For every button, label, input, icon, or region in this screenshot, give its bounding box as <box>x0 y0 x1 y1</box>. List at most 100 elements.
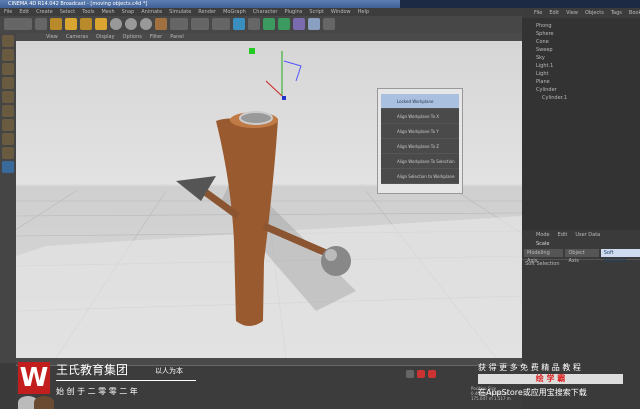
deformer-icon[interactable] <box>293 18 305 30</box>
menu-mograph[interactable]: MoGraph <box>223 8 246 16</box>
object-row[interactable]: Light <box>522 70 640 78</box>
menu-create[interactable]: Create <box>36 8 53 16</box>
menu-script[interactable]: Script <box>309 8 324 16</box>
object-row[interactable]: Phong <box>522 22 640 30</box>
record-icon[interactable] <box>406 370 414 378</box>
polygons-mode-icon[interactable] <box>2 119 14 131</box>
autokey-icon[interactable] <box>417 370 425 378</box>
texture-mode-icon[interactable] <box>2 63 14 75</box>
light-icon[interactable] <box>323 18 335 30</box>
render-view-icon[interactable] <box>170 18 188 30</box>
om-view[interactable]: View <box>566 8 578 18</box>
object-row[interactable]: Sweep <box>522 46 640 54</box>
am-user-data[interactable]: User Data <box>575 230 600 240</box>
window-title: CINEMA 4D R14.042 Broadcast - [moving ob… <box>0 0 400 8</box>
viewport-menu: View Cameras Display Options Filter Panel <box>16 33 522 41</box>
menu-item-align-z[interactable]: Align Workplane To Z <box>381 139 459 154</box>
om-edit[interactable]: Edit <box>549 8 559 18</box>
viewport-menu-display[interactable]: Display <box>96 33 114 41</box>
object-list: Phong Sphere Cone Sweep Sky Light.1 Ligh… <box>522 22 640 102</box>
menu-item-align-y[interactable]: Align Workplane To Y <box>381 124 459 139</box>
title-bar <box>400 0 640 8</box>
menu-render[interactable]: Render <box>198 8 216 16</box>
spline-icon[interactable] <box>248 18 260 30</box>
object-row[interactable]: Cylinder <box>522 86 640 94</box>
am-object-title: Scale <box>536 241 550 247</box>
menu-item-align-x[interactable]: Align Workplane To X <box>381 109 459 124</box>
watermark-app-name: 绘 学 霸 <box>478 374 623 384</box>
menu-window[interactable]: Window <box>331 8 351 16</box>
array-icon[interactable] <box>278 18 290 30</box>
viewport-menu-filter[interactable]: Filter <box>150 33 162 41</box>
viewport-menu-cameras[interactable]: Cameras <box>66 33 88 41</box>
render-settings-icon[interactable] <box>212 18 230 30</box>
material-ball[interactable] <box>34 396 54 409</box>
tab-soft-selection[interactable]: Soft Selection <box>600 249 640 264</box>
tab-modeling-axis[interactable]: Modeling Axis <box>524 249 564 264</box>
z-axis-icon[interactable] <box>140 18 152 30</box>
om-bookmarks[interactable]: Bookmarks <box>629 8 640 18</box>
viewport-menu-view[interactable]: View <box>46 33 58 41</box>
menu-mesh[interactable]: Mesh <box>101 8 114 16</box>
nurbs-icon[interactable] <box>263 18 275 30</box>
om-file[interactable]: File <box>534 8 542 18</box>
scene-icon[interactable] <box>308 18 320 30</box>
menu-tools[interactable]: Tools <box>82 8 94 16</box>
object-row[interactable]: Sky <box>522 54 640 62</box>
undo-icon[interactable] <box>4 18 32 30</box>
keyframe-icon[interactable] <box>428 370 436 378</box>
menu-plugins[interactable]: Plugins <box>284 8 302 16</box>
am-edit[interactable]: Edit <box>558 230 568 240</box>
object-row[interactable]: Sphere <box>522 30 640 38</box>
object-row[interactable]: Light.1 <box>522 62 640 70</box>
scale-icon[interactable] <box>65 18 77 30</box>
menu-edit[interactable]: Edit <box>19 8 29 16</box>
render-picture-icon[interactable] <box>191 18 209 30</box>
am-mode[interactable]: Mode <box>536 230 550 240</box>
main-toolbar <box>0 16 522 33</box>
om-tags[interactable]: Tags <box>611 8 622 18</box>
edges-mode-icon[interactable] <box>2 105 14 117</box>
menu-item-locked-workplane[interactable]: Locked Workplane <box>381 94 459 109</box>
menu-snap[interactable]: Snap <box>122 8 135 16</box>
select-icon[interactable] <box>35 18 47 30</box>
left-toolbar <box>0 33 16 363</box>
menu-select[interactable]: Select <box>60 8 75 16</box>
menu-bar: File Edit Create Select Tools Mesh Snap Animate… <box>0 8 522 16</box>
menu-animate[interactable]: Animate <box>141 8 162 16</box>
rotate-icon[interactable] <box>80 18 92 30</box>
workplane-icon[interactable] <box>2 77 14 89</box>
axis-mode-icon[interactable] <box>2 133 14 145</box>
make-editable-icon[interactable] <box>2 35 14 47</box>
viewport-menu-panel[interactable]: Panel <box>170 33 184 41</box>
locked-workplane-icon[interactable] <box>2 161 14 173</box>
object-manager-menu: File Edit View Objects Tags Bookmarks <box>522 8 640 18</box>
cube-icon[interactable] <box>233 18 245 30</box>
tab-object-axis[interactable]: Object Axis <box>565 249 599 264</box>
right-panel: File Edit View Objects Tags Bookmarks Phong S… <box>522 8 640 409</box>
move-icon[interactable] <box>50 18 62 30</box>
viewport-menu-options[interactable]: Options <box>123 33 142 41</box>
menu-file[interactable]: File <box>4 8 12 16</box>
coordinate-system-icon[interactable] <box>155 18 167 30</box>
workplane-gizmo <box>283 60 302 82</box>
menu-item-align-selection-to-workplane[interactable]: Align Selection to Workplane <box>381 169 459 184</box>
snap-icon[interactable] <box>2 147 14 159</box>
menu-character[interactable]: Character <box>253 8 278 16</box>
points-mode-icon[interactable] <box>2 91 14 103</box>
sphere-object <box>321 246 351 276</box>
last-tool-icon[interactable] <box>95 18 107 30</box>
watermark-download: 在AppStore或应用宝搜索下载 <box>478 388 587 397</box>
object-row[interactable]: Cone <box>522 38 640 46</box>
object-row[interactable]: Cylinder.1 <box>522 94 640 102</box>
y-axis-icon[interactable] <box>125 18 137 30</box>
watermark-logo: W <box>18 362 50 394</box>
model-mode-icon[interactable] <box>2 49 14 61</box>
menu-simulate[interactable]: Simulate <box>169 8 191 16</box>
sweep-ring <box>239 111 273 125</box>
om-objects[interactable]: Objects <box>585 8 604 18</box>
x-axis-icon[interactable] <box>110 18 122 30</box>
menu-help[interactable]: Help <box>358 8 369 16</box>
object-row[interactable]: Plane <box>522 78 640 86</box>
menu-item-align-selection[interactable]: Align Workplane To Selection <box>381 154 459 169</box>
